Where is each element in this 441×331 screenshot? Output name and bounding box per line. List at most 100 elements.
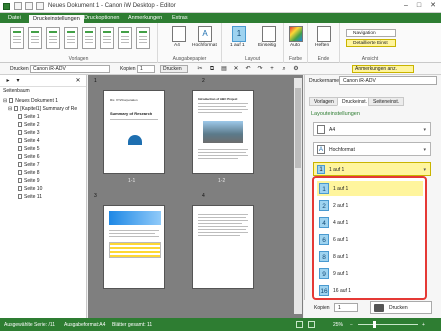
- preview-scrollbar[interactable]: [294, 78, 302, 314]
- template-thumbnail[interactable]: [118, 27, 132, 49]
- zoom-slider-thumb[interactable]: [373, 321, 376, 328]
- tree-page[interactable]: Seite 10: [18, 185, 42, 193]
- tree-page[interactable]: Seite 8: [18, 169, 40, 177]
- template-thumbnail[interactable]: [136, 27, 150, 49]
- layout-value[interactable]: 1 auf 1: [230, 43, 245, 48]
- template-thumbnail[interactable]: [82, 27, 96, 49]
- minimize-icon[interactable]: –: [400, 1, 412, 11]
- tree-page[interactable]: Seite 4: [18, 137, 40, 145]
- tab-druckoptionen[interactable]: Druckoptionen: [80, 14, 123, 23]
- redo-icon[interactable]: ↷: [256, 65, 264, 73]
- layout-option[interactable]: 11 auf 1: [317, 181, 423, 196]
- page-number: 2: [202, 78, 205, 84]
- copies-input[interactable]: 1: [334, 303, 358, 312]
- tab-seiteneinst[interactable]: Seiteneinst.: [368, 97, 405, 106]
- layout-option[interactable]: 66 auf 1: [317, 232, 423, 247]
- print-button[interactable]: Drucken: [160, 65, 188, 73]
- staple-icon[interactable]: [317, 26, 331, 42]
- template-thumbnail[interactable]: [28, 27, 42, 49]
- duplex-label: Einseitig: [258, 43, 277, 48]
- tree-page[interactable]: Seite 5: [18, 145, 40, 153]
- details-button[interactable]: Detaillierte Einst: [346, 39, 396, 47]
- tree-page[interactable]: Seite 6: [18, 153, 40, 161]
- status-format: Ausgabeformat:A4: [64, 322, 106, 328]
- printer-name-field[interactable]: Canon iR-ADV: [339, 76, 437, 85]
- zoom-slider[interactable]: [358, 324, 418, 325]
- layout-option[interactable]: 99 auf 1: [317, 266, 423, 281]
- tab-datei[interactable]: Datei: [4, 14, 25, 23]
- page-thumbnail[interactable]: Rix. XYZCorporation Summary of Research: [103, 90, 165, 174]
- view-double-icon[interactable]: [308, 321, 315, 328]
- layout-option[interactable]: 44 auf 1: [317, 215, 423, 230]
- tab-extras[interactable]: Extras: [168, 14, 192, 23]
- group-label: Ende: [317, 56, 330, 62]
- tree-page[interactable]: Seite 1: [18, 113, 40, 121]
- tree-page[interactable]: Seite 3: [18, 129, 40, 137]
- template-thumbnail[interactable]: [64, 27, 78, 49]
- annotations-button[interactable]: Anmerkungen anz.: [352, 65, 414, 73]
- template-thumbnail[interactable]: [46, 27, 60, 49]
- preview-area[interactable]: 1 2 Rix. XYZCorporation Summary of Resea…: [88, 75, 303, 318]
- save-icon[interactable]: [14, 2, 22, 10]
- layout-icon[interactable]: 1: [232, 26, 246, 42]
- color-icon[interactable]: [289, 26, 303, 42]
- template-thumbnail[interactable]: [10, 27, 24, 49]
- print-button[interactable]: Drucken: [370, 301, 432, 314]
- chart-image: [109, 211, 161, 225]
- paste-icon[interactable]: ▤: [220, 65, 228, 73]
- search-icon[interactable]: ⌕: [280, 65, 288, 73]
- duplex-icon[interactable]: [262, 26, 276, 42]
- undo-icon[interactable]: ↶: [244, 65, 252, 73]
- layout-option[interactable]: 22 auf 1: [317, 198, 423, 213]
- status-bar: Ausgewählte Serie: /11 Ausgabeformat:A4 …: [0, 318, 441, 331]
- insert-icon[interactable]: +: [268, 65, 276, 73]
- page-thumbnail[interactable]: [192, 205, 254, 289]
- close-panel-icon[interactable]: ✕: [74, 77, 82, 85]
- tab-vorlagen[interactable]: Vorlagen: [309, 97, 339, 106]
- photo-image: [203, 121, 243, 143]
- page-thumbnail[interactable]: [103, 205, 165, 289]
- orientation-icon[interactable]: A: [198, 26, 212, 42]
- maximize-icon[interactable]: □: [413, 1, 425, 11]
- page-number: 3: [94, 193, 97, 199]
- printer-select[interactable]: Canon iR-ADV: [30, 65, 110, 73]
- tree-page[interactable]: Seite 9: [18, 177, 40, 185]
- layout-option[interactable]: 16 16 auf 1: [317, 283, 423, 298]
- collapse-icon[interactable]: ▾: [14, 77, 22, 85]
- drucken-label: Drucken: [10, 66, 29, 72]
- group-ende: Heften Ende: [308, 23, 340, 63]
- zoom-in-icon[interactable]: +: [422, 322, 425, 328]
- navigation-button[interactable]: Navigation: [346, 29, 396, 37]
- tab-druckeinstellungen[interactable]: Druckeinstellungen: [28, 14, 85, 23]
- tab-druckeinst[interactable]: Druckeinst.: [337, 97, 373, 106]
- color-value: Auto: [290, 43, 300, 48]
- template-thumbnail[interactable]: [100, 27, 114, 49]
- table-image: [109, 242, 161, 258]
- layout-option[interactable]: 88 auf 1: [317, 249, 423, 264]
- tree-page[interactable]: Seite 11: [18, 193, 42, 201]
- tree-chapter[interactable]: ⊟ [Kapitel1] Summary of Re: [8, 105, 77, 113]
- copy-icon[interactable]: ⧉: [208, 65, 216, 73]
- tab-anmerkungen[interactable]: Anmerkungen: [124, 14, 166, 23]
- close-icon[interactable]: ✕: [427, 1, 439, 11]
- redo-icon[interactable]: [36, 2, 44, 10]
- zoom-out-icon[interactable]: −: [350, 322, 353, 328]
- zoom-level: 25%: [333, 322, 344, 328]
- undo-icon[interactable]: [25, 2, 33, 10]
- tree-root[interactable]: ⊟ Neues Dokument 1: [3, 97, 58, 105]
- page-thumbnail[interactable]: Introduction of ABC Project: [192, 90, 254, 174]
- view-single-icon[interactable]: [296, 321, 303, 328]
- settings-icon[interactable]: ⚙: [292, 65, 300, 73]
- tree-page[interactable]: Seite 2: [18, 121, 40, 129]
- paper-size-select[interactable]: A4 ▾: [313, 122, 431, 136]
- window-title: Neues Dokument 1 - Canon iW Desktop - Ed…: [48, 3, 176, 9]
- cut-icon[interactable]: ✂: [196, 65, 204, 73]
- layout-select[interactable]: 11 auf 1 ▾: [313, 162, 431, 176]
- staple-label: Heften: [315, 43, 330, 48]
- paper-size-icon[interactable]: [172, 26, 186, 42]
- tree-page[interactable]: Seite 7: [18, 161, 40, 169]
- copies-input[interactable]: 1: [137, 65, 155, 73]
- delete-icon[interactable]: ✕: [232, 65, 240, 73]
- expand-icon[interactable]: ▸: [4, 77, 12, 85]
- orientation-select[interactable]: A Hochformat ▾: [313, 142, 431, 156]
